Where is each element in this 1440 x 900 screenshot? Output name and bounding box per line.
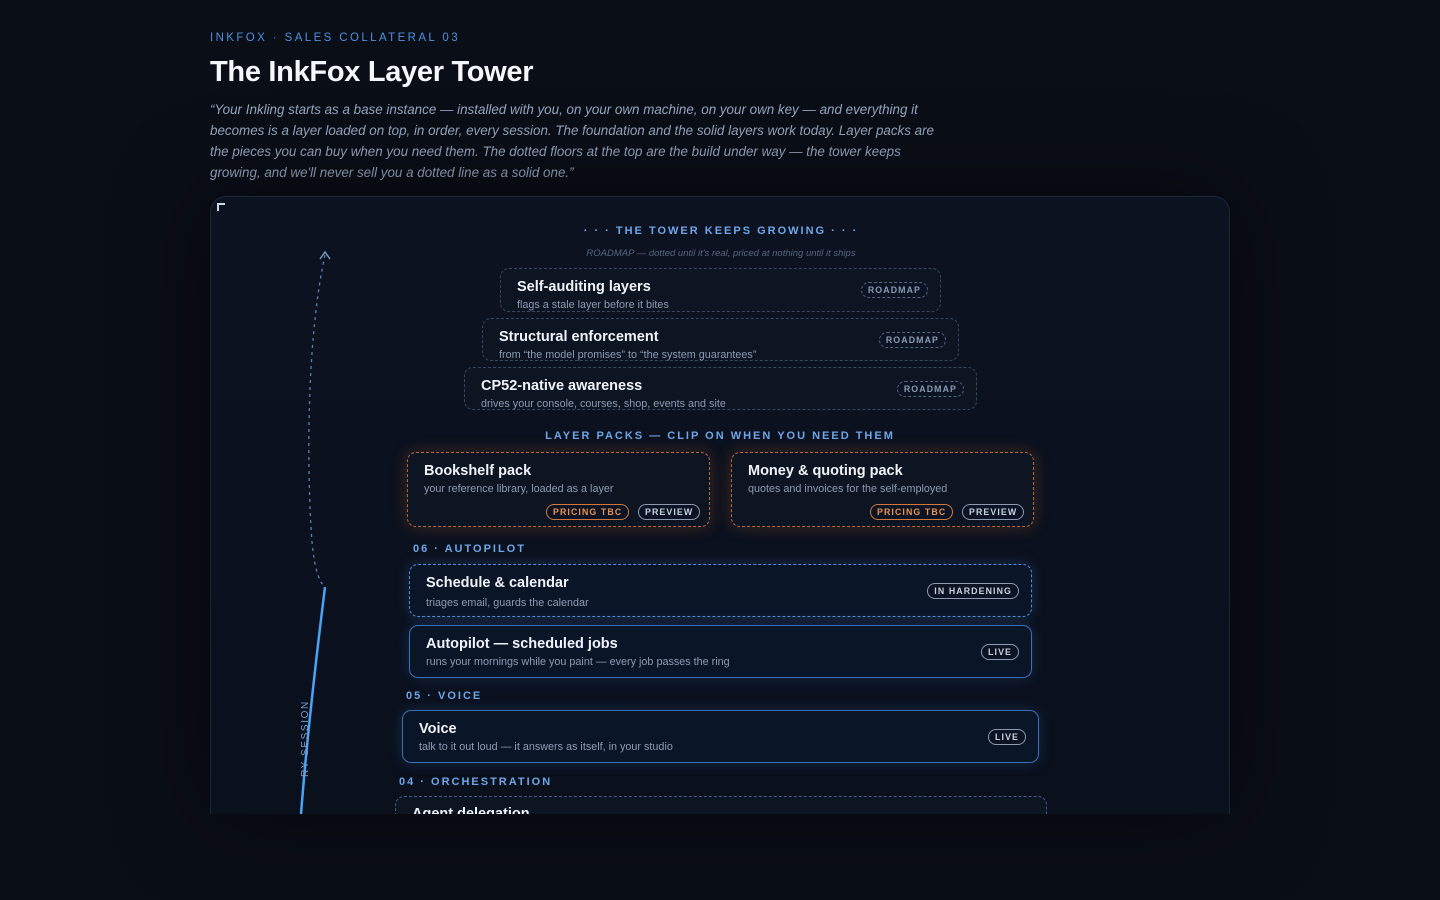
card-desc: flags a stale layer before it bites — [517, 299, 669, 311]
roadmap-badge: ROADMAP — [878, 332, 946, 348]
roadmap-card-structural[interactable]: Structural enforcement from “the model p… — [482, 318, 959, 361]
floor-heading-orchestration: 04 · ORCHESTRATION — [399, 776, 553, 788]
card-desc: talk to it out loud — it answers as itse… — [419, 741, 673, 753]
card-desc: quotes and invoices for the self-employe… — [748, 483, 948, 495]
card-desc: runs your mornings while you paint — eve… — [426, 656, 730, 668]
roadmap-badge: ROADMAP — [896, 381, 964, 397]
card-title: Voice — [419, 721, 457, 737]
roadmap-note: ROADMAP — dotted until it's real, priced… — [586, 248, 856, 259]
card-title: Bookshelf pack — [424, 463, 532, 479]
card-title: Money & quoting pack — [748, 463, 903, 479]
status-badge: IN HARDENING — [927, 583, 1019, 599]
status-badge: LIVE — [988, 729, 1026, 745]
card-title: Autopilot — scheduled jobs — [426, 636, 618, 652]
preview-badge: PREVIEW — [638, 504, 701, 520]
preview-badge: PREVIEW — [962, 504, 1025, 520]
roadmap-heading: · · · THE TOWER KEEPS GROWING · · · — [583, 225, 859, 237]
page-header: INKFOX · SALES COLLATERAL 03 The InkFox … — [210, 32, 970, 183]
status-badge: LIVE — [981, 644, 1019, 660]
card-desc: triages email, guards the calendar — [426, 597, 589, 609]
page-title: The InkFox Layer Tower — [210, 56, 534, 88]
layer-tower-panel: RY SESSION · · · THE TOWER KEEPS GROWING… — [210, 196, 1230, 814]
roadmap-dashed-line — [308, 254, 326, 588]
packs-heading: LAYER PACKS — CLIP ON WHEN YOU NEED THEM — [545, 430, 895, 442]
pack-card-money-quoting[interactable]: Money & quoting pack quotes and invoices… — [731, 452, 1034, 527]
card-title: Schedule & calendar — [426, 575, 569, 591]
intro-quote: “Your Inkling starts as a base instance … — [210, 102, 934, 180]
card-title: CP52-native awareness — [481, 378, 643, 394]
card-title: Agent delegation — [412, 806, 530, 814]
floor-card-agent-delegation[interactable]: Agent delegation — [395, 796, 1047, 814]
roadmap-badge: ROADMAP — [860, 282, 928, 298]
eyebrow-label: INKFOX · SALES COLLATERAL 03 — [210, 32, 460, 44]
card-title: Structural enforcement — [499, 329, 659, 345]
pack-card-bookshelf[interactable]: Bookshelf pack your reference library, l… — [407, 452, 710, 527]
floor-heading-autopilot: 06 · AUTOPILOT — [413, 543, 526, 555]
pricing-badge: PRICING TBC — [546, 504, 630, 520]
growth-rail — [299, 250, 331, 814]
card-desc: drives your console, courses, shop, even… — [481, 398, 726, 410]
roadmap-card-self-auditing[interactable]: Self-auditing layers flags a stale layer… — [500, 268, 941, 312]
rail-label: RY SESSION — [300, 700, 311, 777]
floor-card-schedule-calendar[interactable]: Schedule & calendar triages email, guard… — [409, 564, 1032, 617]
floor-heading-voice: 05 · VOICE — [406, 690, 483, 702]
pricing-badge: PRICING TBC — [870, 504, 954, 520]
card-title: Self-auditing layers — [517, 279, 651, 295]
card-desc: from “the model promises” to “the system… — [499, 349, 757, 361]
roadmap-card-cp52[interactable]: CP52-native awareness drives your consol… — [464, 367, 977, 410]
floor-card-autopilot-jobs[interactable]: Autopilot — scheduled jobs runs your mor… — [409, 625, 1032, 678]
floor-card-voice[interactable]: Voice talk to it out loud — it answers a… — [402, 710, 1039, 763]
card-desc: your reference library, loaded as a laye… — [424, 483, 614, 495]
